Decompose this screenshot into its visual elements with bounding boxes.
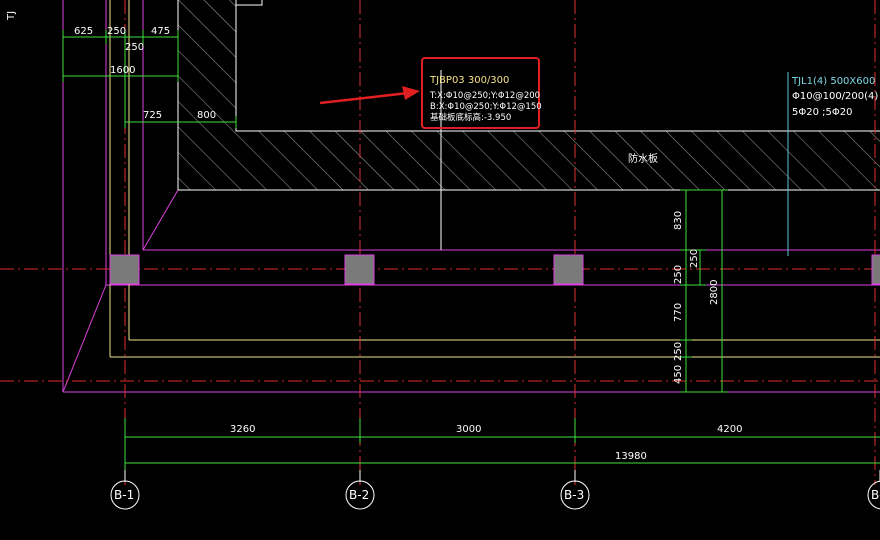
dim-625: 625	[74, 26, 93, 37]
dim-800: 800	[197, 110, 216, 121]
vertical-dimensions	[680, 189, 728, 393]
axis-label-b3: B-3	[564, 488, 584, 502]
beam-label-title: TJL1(4) 500X600	[791, 76, 875, 87]
slab-label: 防水板	[628, 152, 658, 165]
column-b2[interactable]	[344, 254, 375, 285]
callout-line1: T:X:Φ10@250;Y:Φ12@200	[429, 91, 540, 101]
highlighted-callout[interactable]: TJBP03 300/300 T:X:Φ10@250;Y:Φ12@200 B:X…	[421, 57, 542, 129]
bdim-3000: 3000	[456, 424, 481, 435]
vdim-770: 770	[673, 303, 684, 322]
beam-label-line2: 5Φ20 ;5Φ20	[792, 107, 852, 118]
dim-250: 250	[107, 26, 126, 37]
vdim-250-b: 250	[673, 342, 684, 361]
bdim-4200: 4200	[717, 424, 742, 435]
dim-725: 725	[143, 110, 162, 121]
callout-title: TJBP03 300/300	[429, 75, 509, 86]
column-b1[interactable]	[109, 254, 140, 285]
vdim-2800: 2800	[709, 280, 720, 305]
axis-label-b1: B-1	[114, 488, 134, 502]
corner-label: TJ	[6, 11, 17, 21]
callout-line3: 基础板底标高:-3.950	[430, 112, 511, 123]
vdim-830: 830	[673, 211, 684, 230]
beam-label[interactable]: TJL1(4) 500X600 Φ10@100/200(4) 5Φ20 ;5Φ2…	[791, 76, 878, 118]
vdim-250-a: 250	[673, 265, 684, 284]
column-b4[interactable]	[871, 254, 880, 285]
red-arrow-pointer	[319, 86, 420, 105]
vdim-450: 450	[673, 365, 684, 384]
cad-drawing-canvas[interactable]: 625 250 475 250 1600 725 800 TJ TJBP03 3…	[0, 0, 880, 540]
callout-line2: B:X:Φ10@250;Y:Φ12@150	[430, 102, 542, 112]
beam-label-line1: Φ10@100/200(4)	[792, 91, 878, 102]
dim-1600: 1600	[110, 65, 135, 76]
bdim-13980: 13980	[615, 451, 647, 462]
dim-475: 475	[151, 26, 170, 37]
dim-250-sub: 250	[125, 42, 144, 53]
bdim-3260: 3260	[230, 424, 255, 435]
axis-label-b4: B-4	[871, 488, 880, 502]
column-b3[interactable]	[553, 254, 584, 285]
vdim-250-beam: 250	[689, 249, 700, 268]
grid-bubbles: B-1 B-2 B-3 B-4	[110, 470, 880, 510]
axis-label-b2: B-2	[349, 488, 369, 502]
